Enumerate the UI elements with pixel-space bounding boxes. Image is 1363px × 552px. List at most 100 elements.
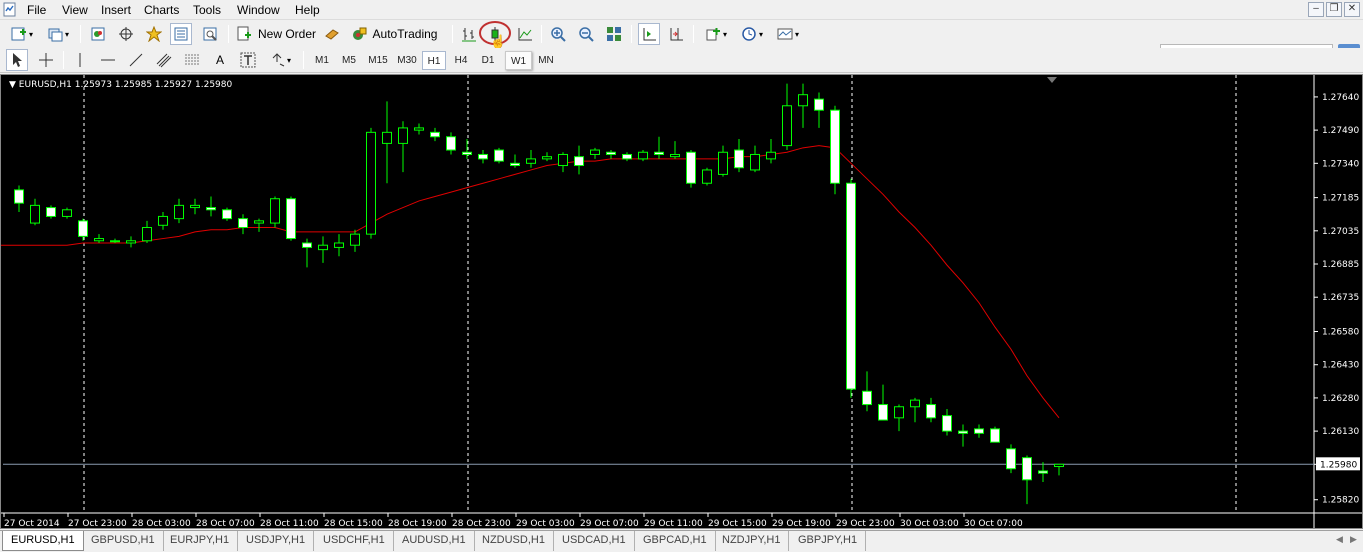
candle-body — [990, 428, 1000, 443]
y-tick-label: 1.27185 — [1322, 194, 1359, 204]
cursor-button[interactable] — [6, 49, 28, 71]
candle-body — [782, 105, 792, 147]
horizontal-line-button[interactable] — [98, 49, 118, 71]
chart-shift-button[interactable] — [666, 23, 686, 45]
chart-shift-marker — [1047, 77, 1057, 83]
tab-gbpcad[interactable]: GBPCAD,H1 — [635, 531, 716, 551]
x-tick-label: 27 Oct 23:00 — [68, 519, 127, 528]
candle-body — [1022, 457, 1032, 481]
y-tick-label: 1.27340 — [1322, 159, 1359, 169]
chart-menu-arrow-icon[interactable]: ▼ — [9, 80, 16, 90]
tab-gbpusd[interactable]: GBPUSD,H1 — [83, 531, 164, 551]
candle-body — [190, 204, 200, 209]
candle-body — [830, 109, 840, 184]
navigator-button[interactable] — [144, 23, 164, 45]
autotrading-button[interactable]: AutoTrading — [348, 23, 440, 45]
periods-button[interactable]: ▾ — [736, 23, 768, 45]
timeframe-mn[interactable]: MN — [532, 51, 560, 70]
profiles-button[interactable]: ▾ — [42, 23, 74, 45]
navigator-star-icon — [145, 25, 163, 43]
timeframe-m5[interactable]: M5 — [337, 51, 361, 70]
arrows-button[interactable]: ▾ — [266, 49, 296, 71]
candle-body — [926, 404, 936, 419]
zoom-out-button[interactable] — [576, 23, 596, 45]
fibonacci-button[interactable] — [182, 49, 202, 71]
chart-window[interactable]: 1.27640 1.27490 1.27340 1.27185 1.27035 1.268… — [0, 74, 1363, 529]
candle-body — [222, 209, 232, 220]
text-label-button[interactable] — [238, 49, 258, 71]
candle-body — [238, 218, 248, 228]
candle-body — [622, 153, 632, 160]
zoom-in-button[interactable] — [548, 23, 568, 45]
strategy-tester-button[interactable] — [200, 23, 220, 45]
crosshair-button[interactable] — [36, 49, 56, 71]
tile-windows-icon — [606, 26, 622, 42]
market-watch-button[interactable] — [88, 23, 108, 45]
timeframe-m15[interactable]: M15 — [364, 51, 392, 70]
line-chart-button[interactable] — [515, 23, 535, 45]
templates-button[interactable]: ▾ — [772, 23, 804, 45]
menu-charts[interactable]: Charts — [140, 2, 183, 18]
tab-nzdjpy[interactable]: NZDJPY,H1 — [714, 531, 790, 551]
x-tick-label: 28 Oct 19:00 — [388, 519, 447, 528]
timeframe-m1[interactable]: M1 — [310, 51, 334, 70]
candlestick-chart[interactable]: 1.27640 1.27490 1.27340 1.27185 1.27035 1.268… — [1, 75, 1362, 528]
new-chart-icon — [11, 26, 27, 42]
x-tick-label: 27 Oct 2014 — [4, 519, 60, 528]
x-tick-label: 29 Oct 03:00 — [516, 519, 575, 528]
timeframe-m30[interactable]: M30 — [393, 51, 421, 70]
text-button[interactable]: A — [210, 49, 230, 71]
candle-body — [446, 136, 456, 151]
tab-eurjpy[interactable]: EURJPY,H1 — [162, 531, 239, 551]
menu-view[interactable]: View — [58, 2, 92, 18]
text-icon: A — [215, 53, 224, 67]
candle-body — [510, 162, 520, 167]
candle-body — [462, 151, 472, 155]
timeframe-w1[interactable]: W1 — [505, 51, 532, 70]
candle-body — [382, 131, 392, 144]
candlestick-chart-button[interactable]: ☝ — [478, 21, 512, 49]
menu-tools[interactable]: Tools — [189, 2, 225, 18]
vertical-line-button[interactable] — [70, 49, 90, 71]
tab-audusd[interactable]: AUDUSD,H1 — [394, 531, 475, 551]
candle-body — [558, 153, 568, 167]
terminal-button[interactable] — [170, 23, 192, 45]
y-tick-label: 1.26580 — [1322, 328, 1359, 338]
moving-average-line — [1, 145, 1060, 419]
tile-windows-button[interactable] — [604, 23, 624, 45]
timeframe-d1[interactable]: D1 — [476, 51, 500, 70]
menu-file[interactable]: File — [23, 2, 50, 18]
tab-usdjpy[interactable]: USDJPY,H1 — [238, 531, 315, 551]
menu-insert[interactable]: Insert — [97, 2, 135, 18]
new-chart-button[interactable]: ▾ — [6, 23, 38, 45]
timeframe-h1[interactable]: H1 — [422, 51, 446, 70]
equidistant-channel-button[interactable] — [154, 49, 174, 71]
zoom-in-icon — [550, 26, 566, 42]
data-window-button[interactable] — [116, 23, 136, 45]
trendline-button[interactable] — [126, 49, 146, 71]
new-order-button[interactable]: New Order — [234, 23, 318, 45]
tab-scroll-right-icon[interactable]: ▶ — [1350, 534, 1357, 545]
tab-eurusd[interactable]: EURUSD,H1 — [2, 531, 84, 551]
tab-nzdusd[interactable]: NZDUSD,H1 — [474, 531, 554, 551]
minimize-icon[interactable]: – — [1308, 2, 1324, 17]
x-tick-label: 29 Oct 23:00 — [836, 519, 895, 528]
tab-usdchf[interactable]: USDCHF,H1 — [315, 531, 394, 551]
y-tick-label: 1.25820 — [1322, 496, 1359, 506]
tab-gbpjpy[interactable]: GBPJPY,H1 — [790, 531, 867, 551]
auto-scroll-button[interactable] — [638, 23, 660, 45]
tab-scroll-left-icon[interactable]: ◀ — [1336, 534, 1343, 545]
close-icon[interactable]: ✕ — [1344, 2, 1360, 17]
timeframe-h4[interactable]: H4 — [449, 51, 473, 70]
y-tick-label: 1.26430 — [1322, 361, 1359, 371]
tab-usdcad[interactable]: USDCAD,H1 — [554, 531, 635, 551]
metaeditor-button[interactable] — [322, 23, 342, 45]
restore-icon[interactable]: ❐ — [1326, 2, 1342, 17]
menu-window[interactable]: Window — [233, 2, 284, 18]
y-tick-label: 1.26130 — [1322, 427, 1359, 437]
bar-chart-button[interactable] — [459, 23, 479, 45]
candle-body — [878, 404, 888, 421]
menu-help[interactable]: Help — [291, 2, 324, 18]
indicators-button[interactable]: ▾ — [700, 23, 732, 45]
candle-body — [638, 151, 648, 160]
